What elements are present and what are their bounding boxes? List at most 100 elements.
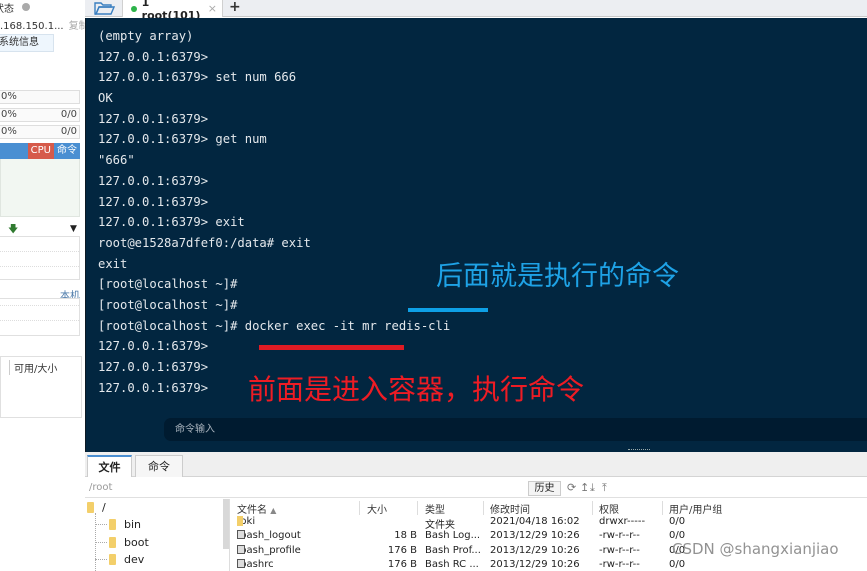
command-input[interactable]: 命令输入 bbox=[164, 418, 867, 441]
session-tabbar: 1 root(101) × + bbox=[85, 0, 867, 22]
tab-command[interactable]: 命令 bbox=[54, 143, 80, 159]
up-dir-icon[interactable]: ↥ bbox=[580, 481, 589, 494]
file-type-cell: Bash Prof... bbox=[425, 544, 481, 556]
tab-cpu[interactable]: CPU bbox=[27, 143, 54, 159]
terminal-line: root@e1528a7dfef0:/data# exit bbox=[98, 235, 311, 250]
col-owner[interactable]: 用户/用户组 bbox=[669, 501, 722, 516]
host-ip: .168.150.1... bbox=[0, 21, 64, 32]
tab-commands[interactable]: 命令 bbox=[135, 455, 183, 477]
file-list-header: 文件名 ▲ 大小 类型 修改时间 权限 用户/用户组 bbox=[233, 501, 867, 516]
folder-icon bbox=[109, 537, 116, 548]
upload-icon[interactable]: ⤒ bbox=[602, 481, 607, 495]
terminal-line: 127.0.0.1:6379> bbox=[98, 173, 209, 188]
terminal[interactable]: (empty array) 127.0.0.1:6379> 127.0.0.1:63… bbox=[85, 18, 867, 452]
terminal-line: 127.0.0.1:6379> get num bbox=[98, 132, 267, 147]
tab-session-root[interactable]: 1 root(101) × bbox=[122, 0, 223, 22]
status-row: 状态 bbox=[0, 0, 30, 15]
col-name-label: 文件名 bbox=[237, 505, 267, 516]
file-owner-cell: 0/0 bbox=[669, 558, 686, 570]
col-type[interactable]: 类型 bbox=[425, 501, 445, 516]
meter-row: 0% 0/0 bbox=[0, 125, 80, 139]
history-button[interactable]: 历史 bbox=[528, 481, 561, 496]
folder-icon bbox=[109, 519, 116, 530]
close-icon[interactable]: × bbox=[208, 2, 217, 15]
bottom-tabs: 文件 命令 bbox=[85, 452, 867, 477]
refresh-icon[interactable]: ⟳ bbox=[567, 481, 576, 494]
status-label: 状态 bbox=[0, 3, 14, 15]
terminal-output: (empty array) 127.0.0.1:6379> 127.0.0.1:63… bbox=[98, 26, 450, 398]
path-input[interactable]: /root bbox=[89, 482, 112, 493]
tree-guide bbox=[95, 542, 107, 543]
folder-open-icon[interactable] bbox=[93, 0, 115, 16]
terminal-line: 127.0.0.1:6379> bbox=[98, 194, 209, 209]
terminal-line: OK bbox=[98, 91, 113, 106]
meter-value: 0% bbox=[1, 126, 17, 137]
col-mtime[interactable]: 修改时间 bbox=[490, 501, 530, 516]
file-mtime-cell: 2021/04/18 16:02 bbox=[490, 516, 580, 527]
col-name[interactable]: 文件名 ▲ bbox=[237, 501, 276, 516]
terminal-line: 127.0.0.1:6379> bbox=[98, 49, 209, 64]
tree-item-bin[interactable]: bin bbox=[95, 518, 141, 531]
file-name-cell: .bash_profile bbox=[237, 544, 301, 556]
terminal-line: 127.0.0.1:6379> set num 666 bbox=[98, 70, 297, 85]
tab-files[interactable]: 文件 bbox=[87, 455, 132, 477]
tree-item-root[interactable]: / bbox=[87, 501, 106, 514]
sidebar: 状态 .168.150.1...复制 系统信息 0% 0% 0/0 0% 0/0… bbox=[0, 0, 89, 571]
annotation-blue-underline bbox=[408, 308, 488, 312]
tree-guide bbox=[95, 524, 107, 525]
divider bbox=[0, 251, 79, 266]
tree-item-label: / bbox=[102, 501, 106, 514]
meter-value: 0% bbox=[1, 91, 17, 102]
file-owner-cell: 0/0 bbox=[669, 516, 686, 527]
path-bar: /root 历史 ⟳ ↥ ⤓ ⤒ bbox=[85, 478, 867, 498]
tree-item-boot[interactable]: boot bbox=[95, 536, 149, 549]
tree-item-label: dev bbox=[124, 553, 145, 566]
tree-scrollbar[interactable] bbox=[223, 499, 229, 549]
tree-item-dev[interactable]: dev bbox=[95, 553, 144, 566]
col-divider[interactable] bbox=[359, 501, 360, 515]
col-divider[interactable] bbox=[417, 501, 418, 515]
col-size[interactable]: 大小 bbox=[367, 501, 387, 516]
app-window: 状态 .168.150.1...复制 系统信息 0% 0% 0/0 0% 0/0… bbox=[0, 0, 867, 571]
dropdown-caret-icon[interactable]: ▼ bbox=[70, 224, 77, 234]
tree-item-label: bin bbox=[124, 518, 142, 531]
file-type-cell: Bash Log... bbox=[425, 530, 481, 542]
host-ip-row: .168.150.1... 复制 bbox=[0, 17, 89, 32]
tree-item-label: boot bbox=[124, 536, 149, 549]
file-perm-cell: -rw-r--r-- bbox=[599, 530, 640, 542]
disk-list: 可用/大小 bbox=[0, 356, 82, 418]
file-list: 文件名 ▲ 大小 类型 修改时间 权限 用户/用户组 .pki 文件夹 2021/0… bbox=[233, 499, 867, 571]
file-type-cell: Bash RC ... bbox=[425, 558, 479, 570]
terminal-line: [root@localhost ~]# bbox=[98, 297, 238, 312]
cpu-chart bbox=[0, 159, 80, 217]
sort-asc-icon: ▲ bbox=[270, 506, 277, 515]
process-list bbox=[0, 298, 80, 336]
meter-extra: 0/0 bbox=[60, 109, 77, 120]
file-row[interactable]: .pki 文件夹 2021/04/18 16:02 drwxr----- 0/0 bbox=[233, 516, 867, 531]
file-size-cell: 176 B bbox=[387, 558, 417, 570]
file-name-cell: .bash_logout bbox=[237, 530, 301, 541]
file-name: .bash_logout bbox=[237, 530, 301, 542]
col-divider[interactable] bbox=[592, 501, 593, 515]
annotation-red: 前面是进入容器，执行命令 bbox=[248, 373, 585, 406]
folder-icon bbox=[87, 502, 94, 513]
file-row[interactable]: .bashrc 176 B Bash RC ... 2013/12/29 10:26 -… bbox=[233, 558, 867, 571]
file-size-cell: 18 B bbox=[394, 530, 417, 542]
file-icon bbox=[237, 558, 245, 568]
file-perm-cell: drwxr----- bbox=[599, 516, 646, 527]
meter-extra: 0/0 bbox=[60, 126, 77, 137]
divider bbox=[0, 320, 79, 335]
file-perm-cell: -rw-r--r-- bbox=[599, 544, 640, 556]
file-name: .bash_profile bbox=[237, 544, 301, 556]
download-icon[interactable]: ⤓ bbox=[590, 481, 595, 495]
col-divider[interactable] bbox=[483, 501, 484, 515]
col-perm[interactable]: 权限 bbox=[599, 501, 619, 516]
connected-dot-icon bbox=[131, 5, 137, 12]
col-divider[interactable] bbox=[662, 501, 663, 515]
terminal-line: exit bbox=[98, 256, 128, 271]
meter-row: 0% 0/0 bbox=[0, 108, 80, 122]
sysinfo-button[interactable]: 系统信息 bbox=[0, 34, 54, 52]
file-name-cell: .pki bbox=[237, 516, 255, 527]
terminal-line: 127.0.0.1:6379> bbox=[98, 111, 209, 126]
add-tab-button[interactable]: + bbox=[229, 0, 241, 15]
